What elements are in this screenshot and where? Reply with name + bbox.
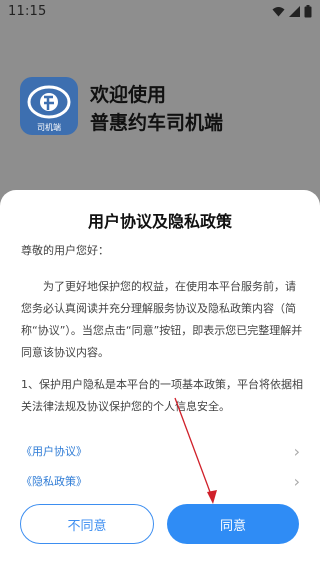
- battery-icon: [304, 5, 312, 18]
- chevron-right-icon: ›: [293, 471, 300, 491]
- user-agreement-label: 《用户协议》: [21, 445, 87, 458]
- dialog-body[interactable]: 尊敬的用户您好： 为了更好地保护您的权益，在使用本平台服务前，请您务必认真阅读并…: [21, 240, 306, 445]
- greeting-text: 尊敬的用户您好：: [21, 244, 109, 257]
- status-time: 11:15: [8, 4, 47, 19]
- privacy-dialog: 用户协议及隐私政策 尊敬的用户您好： 为了更好地保护您的权益，在使用本平台服务前…: [0, 190, 320, 569]
- app-logo-label: 司机端: [37, 123, 61, 132]
- app-name: 普惠约车司机端: [90, 112, 224, 134]
- paragraph-2: 1、保护用户隐私是本平台的一项基本政策，平台将依据相关法律法规及协议保护您的个人…: [21, 378, 303, 413]
- dialog-title: 用户协议及隐私政策: [87, 212, 232, 231]
- status-icons: [272, 5, 312, 18]
- paragraph-1: 为了更好地保护您的权益，在使用本平台服务前，请您务必认真阅读并充分理解服务协议及…: [21, 280, 303, 359]
- disagree-button[interactable]: 不同意: [20, 504, 154, 544]
- wifi-icon: [272, 7, 285, 17]
- signal-icon: [289, 6, 300, 17]
- status-bar: 11:15: [0, 0, 320, 24]
- agree-button[interactable]: 同意: [167, 504, 299, 544]
- privacy-policy-label: 《隐私政策》: [21, 475, 87, 488]
- chevron-right-icon: ›: [293, 441, 300, 461]
- privacy-policy-link[interactable]: 《隐私政策》 ›: [21, 471, 300, 491]
- welcome-text: 欢迎使用: [90, 84, 167, 106]
- app-logo: 司机端: [20, 77, 78, 135]
- user-agreement-link[interactable]: 《用户协议》 ›: [21, 441, 300, 461]
